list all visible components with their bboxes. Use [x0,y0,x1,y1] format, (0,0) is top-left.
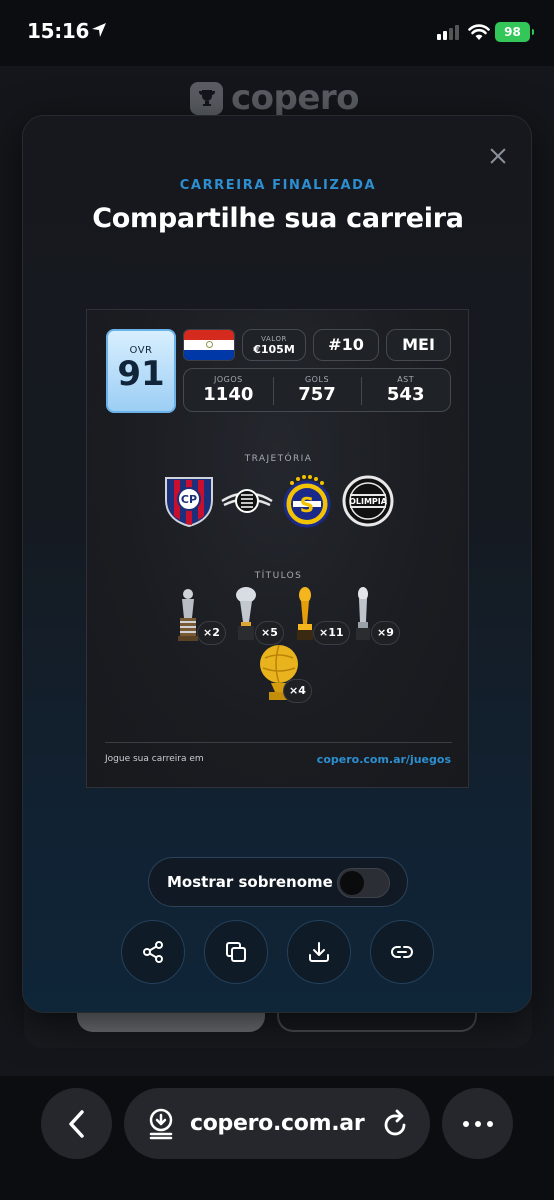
olimpia-crest-icon: OLIMPIA [342,475,394,527]
libertad-crest-icon [221,489,273,513]
shirt-number-pill: #10 [313,329,379,361]
reload-icon[interactable] [382,1109,410,1139]
stat-label: AST [397,375,415,384]
modal-kicker: CARREIRA FINALIZADA [179,178,377,193]
stat-ast: AST 543 [361,369,450,411]
share-button[interactable] [121,920,185,984]
stat-label: GOLS [304,375,330,384]
modal-title: Compartilhe sua carreira [92,203,464,234]
career-share-card: OVR 91 VALOR €105M #10 MEI JOGOS 1140 GO… [86,309,469,788]
stat-gols: GOLS 757 [272,369,362,411]
battery-level: 98 [504,25,521,39]
share-career-modal: CARREIRA FINALIZADA Compartilhe sua carr… [22,115,532,1013]
switch-knob [340,871,364,895]
trophy-count-badge: ×4 [283,679,312,703]
trophy-logo-icon [190,81,223,115]
position-pill: MEI [386,329,451,361]
copero-logo: copero [190,78,360,118]
copy-link-button[interactable] [370,920,434,984]
toggle-label: Mostrar sobrenome [167,873,333,891]
trophy-count-badge: ×11 [313,621,350,645]
stat-value: 543 [386,384,425,405]
url-text: copero.com.ar [190,1111,365,1136]
ovr-value: 91 [117,354,165,394]
more-dot-icon [462,1120,469,1127]
stat-value: 757 [298,384,336,405]
trophy-count-badge: ×2 [197,621,226,645]
stat-value: 1140 [203,384,254,405]
stat-jogos: JOGOS 1140 [184,369,273,411]
paraguay-flag-icon [183,329,235,361]
cellular-signal-icon [437,25,459,40]
download-icon [309,942,329,962]
stats-box: JOGOS 1140 GOLS 757 AST 543 [183,368,451,412]
trophy-count-badge: ×9 [371,621,400,645]
show-surname-toggle-row[interactable]: Mostrar sobrenome [148,857,408,907]
svg-text:S: S [300,493,314,517]
svg-text:OLIMPIA: OLIMPIA [349,497,388,506]
more-dot-icon [474,1120,481,1127]
stat-label: JOGOS [213,375,243,384]
trophy-count-badge: ×5 [255,621,284,645]
svg-text:CP: CP [181,493,197,506]
card-footer-text: Jogue sua carreira em [105,754,204,764]
battery-indicator: 98 [495,22,534,42]
logo-text: copero [231,78,360,118]
trajetoria-label: TRAJETÓRIA [244,454,313,464]
wifi-icon [468,24,490,40]
copy-button[interactable] [204,920,268,984]
status-bar: 15:16 98 [0,0,554,66]
download-button[interactable] [287,920,351,984]
more-dot-icon [486,1120,493,1127]
ovr-badge: OVR 91 [106,329,176,413]
more-options-button[interactable] [442,1088,513,1159]
back-button[interactable] [41,1088,112,1159]
address-bar[interactable]: copero.com.ar [124,1088,430,1159]
valor-value: €105M [253,343,295,356]
status-time: 15:16 [27,19,90,43]
link-icon [391,946,413,958]
card-divider [105,742,452,743]
browser-toolbar: copero.com.ar [0,1076,554,1200]
action-buttons [121,920,434,984]
titulos-label: TÍTULOS [254,571,303,581]
card-footer-link: copero.com.ar/juegos [316,753,451,766]
copy-icon [226,942,246,962]
sportivo-crest-icon: S [283,475,331,528]
valor-label: VALOR [261,335,287,343]
location-arrow-icon [92,23,106,37]
market-value-pill: VALOR €105M [242,329,306,361]
share-icon [143,941,163,963]
cerro-porteno-crest-icon: CP [165,477,213,528]
show-surname-switch[interactable] [337,868,390,898]
close-icon[interactable] [485,143,511,169]
chevron-left-icon [68,1109,84,1138]
download-progress-icon [149,1108,173,1140]
